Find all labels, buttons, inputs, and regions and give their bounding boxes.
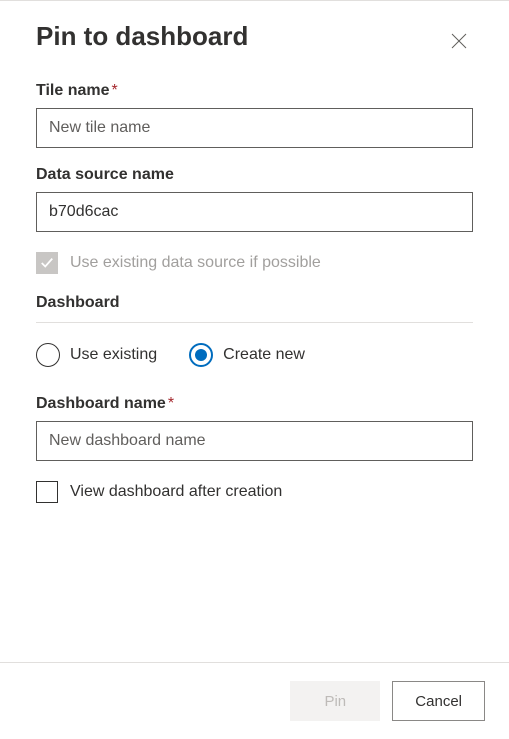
data-source-input[interactable] [36, 192, 473, 232]
dashboard-section-label: Dashboard [36, 294, 473, 312]
required-asterisk: * [112, 82, 118, 99]
close-icon [451, 33, 467, 49]
dialog-title: Pin to dashboard [36, 21, 248, 52]
radio-create-new[interactable]: Create new [189, 343, 305, 367]
radio-label-use-existing: Use existing [70, 346, 157, 364]
radio-label-create-new: Create new [223, 346, 305, 364]
pin-button[interactable]: Pin [290, 681, 380, 721]
radio-circle-create-new [189, 343, 213, 367]
dashboard-name-input[interactable] [36, 421, 473, 461]
required-asterisk: * [168, 395, 174, 412]
use-existing-source-label: Use existing data source if possible [70, 254, 321, 272]
data-source-field: Data source name [36, 166, 473, 232]
dialog-footer: Pin Cancel [0, 662, 509, 739]
cancel-button[interactable]: Cancel [392, 681, 485, 721]
dialog-header: Pin to dashboard [36, 21, 473, 58]
divider [36, 322, 473, 323]
use-existing-source-checkbox [36, 252, 58, 274]
dialog-body: Pin to dashboard Tile name* Data source … [0, 1, 509, 503]
tile-name-input[interactable] [36, 108, 473, 148]
dashboard-name-field: Dashboard name* [36, 395, 473, 461]
tile-name-label: Tile name* [36, 82, 473, 100]
dashboard-radio-group: Use existing Create new [36, 343, 473, 367]
data-source-label: Data source name [36, 166, 473, 184]
tile-name-field: Tile name* [36, 82, 473, 148]
radio-circle-use-existing [36, 343, 60, 367]
tile-name-label-text: Tile name [36, 82, 110, 99]
view-after-label: View dashboard after creation [70, 483, 282, 501]
dashboard-name-label: Dashboard name* [36, 395, 473, 413]
use-existing-source-row: Use existing data source if possible [36, 252, 473, 274]
close-button[interactable] [445, 27, 473, 58]
view-after-checkbox[interactable] [36, 481, 58, 503]
dashboard-name-label-text: Dashboard name [36, 395, 166, 412]
view-after-row[interactable]: View dashboard after creation [36, 481, 473, 503]
checkmark-icon [40, 256, 54, 270]
radio-use-existing[interactable]: Use existing [36, 343, 157, 367]
